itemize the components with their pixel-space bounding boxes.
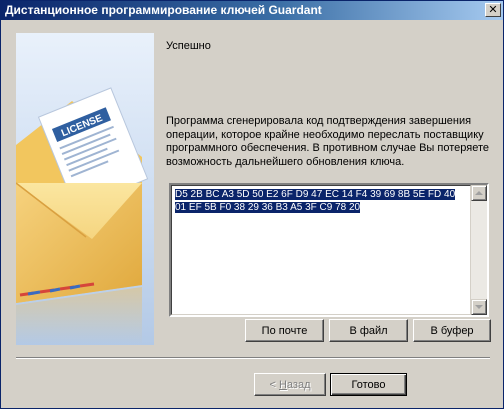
wizard-window: Дистанционное программирование ключей Gu…	[0, 0, 504, 409]
back-button-accel: Н	[278, 378, 287, 391]
description-text: Программа сгенерировала код подтверждени…	[166, 115, 489, 168]
send-by-email-button[interactable]: По почте	[245, 319, 324, 342]
title-bar[interactable]: Дистанционное программирование ключей Gu…	[1, 1, 503, 20]
wizard-body: LICENSE Успешно Программа сгенерировала …	[2, 20, 502, 408]
back-button-label: азад	[286, 378, 311, 391]
back-button[interactable]: < Назад	[254, 373, 326, 396]
back-button-arrow: <	[269, 378, 279, 391]
save-to-file-button[interactable]: В файл	[329, 319, 408, 342]
status-heading: Успешно	[166, 40, 211, 52]
scroll-down-button[interactable]	[471, 299, 487, 315]
window-title: Дистанционное программирование ключей Gu…	[5, 3, 322, 17]
arrow-down-icon	[475, 305, 483, 309]
footer-divider	[16, 357, 490, 359]
license-envelope-icon: LICENSE	[16, 87, 149, 345]
close-button[interactable]: ✕	[485, 3, 501, 17]
vertical-scrollbar[interactable]	[471, 185, 487, 315]
arrow-up-icon	[475, 191, 483, 195]
code-line: 01 EF 5B F0 38 29 36 B3 A5 3F C9 78 20	[175, 202, 361, 213]
finish-button[interactable]: Готово	[330, 373, 407, 396]
scroll-up-button[interactable]	[471, 185, 487, 201]
copy-to-clipboard-button[interactable]: В буфер	[413, 319, 491, 342]
side-illustration: LICENSE	[16, 33, 154, 345]
confirmation-code-text[interactable]: D5 2B BC A3 5D 50 E2 6F D9 47 EC 14 F4 3…	[171, 185, 471, 315]
close-icon: ✕	[488, 3, 498, 16]
confirmation-code-box[interactable]: D5 2B BC A3 5D 50 E2 6F D9 47 EC 14 F4 3…	[169, 183, 489, 317]
code-line: D5 2B BC A3 5D 50 E2 6F D9 47 EC 14 F4 3…	[175, 189, 456, 200]
